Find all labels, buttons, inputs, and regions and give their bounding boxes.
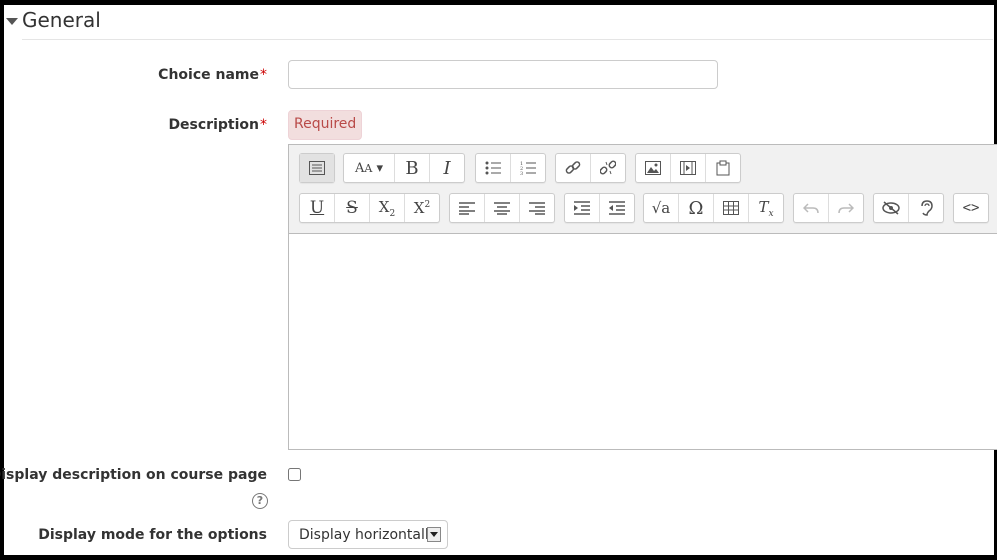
- choice-name-label-text: Choice name: [158, 67, 259, 83]
- accessibility-checker-button[interactable]: [874, 194, 909, 222]
- bold-icon: B: [405, 157, 419, 179]
- undo-icon: [803, 203, 819, 214]
- toolbar-group-source: <>: [953, 193, 989, 223]
- align-right-icon: [529, 202, 545, 215]
- superscript-button[interactable]: X2: [405, 194, 439, 222]
- undo-button[interactable]: [794, 194, 829, 222]
- link-button[interactable]: [556, 154, 591, 182]
- clear-format-button[interactable]: Tx: [749, 194, 783, 222]
- indent-icon: [574, 201, 590, 215]
- outdent-icon: [609, 201, 625, 215]
- toolbar-group-insert: √a Ω Tx: [643, 193, 784, 223]
- collapse-triangle-icon[interactable]: [6, 17, 18, 25]
- toolbar-group-collapse: [299, 153, 335, 183]
- underline-button[interactable]: U: [300, 194, 335, 222]
- strikethrough-button[interactable]: S: [335, 194, 370, 222]
- display-mode-select[interactable]: Display horizontally: [288, 520, 448, 549]
- align-left-button[interactable]: [450, 194, 485, 222]
- display-mode-label: Display mode for the options: [38, 527, 267, 543]
- description-editor: AA ▾ B I 123 U S X2 X2 √a Ω Tx <>: [288, 144, 997, 450]
- omega-icon: Ω: [688, 197, 704, 219]
- outdent-button[interactable]: [600, 194, 634, 222]
- chevron-down-icon[interactable]: [427, 527, 441, 542]
- display-mode-selected-value: Display horizontally: [299, 526, 438, 543]
- screenreader-helper-button[interactable]: [909, 194, 943, 222]
- toolbar-toggle-button[interactable]: [300, 154, 334, 182]
- section-header-general[interactable]: General: [6, 8, 101, 32]
- redo-icon: [838, 203, 854, 214]
- choice-name-label: Choice name*: [158, 67, 267, 83]
- editor-content-area[interactable]: [289, 234, 997, 449]
- code-icon: <>: [962, 200, 980, 216]
- special-char-button[interactable]: Ω: [679, 194, 714, 222]
- required-asterisk: *: [260, 67, 267, 83]
- section-title: General: [22, 8, 101, 32]
- image-icon: [645, 161, 661, 175]
- editor-toolbar: AA ▾ B I 123 U S X2 X2 √a Ω Tx <>: [289, 145, 997, 234]
- display-description-label: Display description on course page: [0, 467, 267, 483]
- font-style-icon: AA ▾: [354, 160, 383, 176]
- choice-name-input[interactable]: [288, 60, 718, 89]
- strikethrough-icon: S: [346, 198, 358, 218]
- unordered-list-icon: [485, 161, 501, 175]
- display-description-checkbox[interactable]: [288, 468, 301, 481]
- font-style-button[interactable]: AA ▾: [344, 154, 395, 182]
- unlink-icon: [600, 160, 616, 175]
- table-button[interactable]: [714, 194, 749, 222]
- indent-button[interactable]: [565, 194, 600, 222]
- html-source-button[interactable]: <>: [954, 194, 988, 222]
- toolbar-group-align: [449, 193, 555, 223]
- eye-slash-icon: [882, 201, 900, 215]
- subscript-icon: X2: [378, 197, 396, 219]
- image-button[interactable]: [636, 154, 671, 182]
- unordered-list-button[interactable]: [476, 154, 511, 182]
- file-button[interactable]: [706, 154, 740, 182]
- align-left-icon: [459, 202, 475, 215]
- keyboard-icon: [309, 161, 325, 175]
- toolbar-group-text-decoration: U S X2 X2: [299, 193, 440, 223]
- equation-icon: √a: [651, 199, 671, 217]
- link-icon: [565, 161, 581, 174]
- bold-button[interactable]: B: [395, 154, 430, 182]
- underline-icon: U: [309, 198, 325, 218]
- clipboard-icon: [716, 160, 730, 176]
- align-right-button[interactable]: [520, 194, 554, 222]
- description-label-text: Description: [168, 117, 259, 133]
- toolbar-group-files: [635, 153, 741, 183]
- ordered-list-button[interactable]: 123: [511, 154, 545, 182]
- ear-icon: [921, 200, 933, 216]
- unlink-button[interactable]: [591, 154, 625, 182]
- toolbar-group-accessibility: [873, 193, 944, 223]
- svg-text:3: 3: [520, 171, 523, 175]
- required-error-badge: Required: [288, 110, 363, 140]
- toolbar-group-style: AA ▾ B I: [343, 153, 465, 183]
- table-icon: [723, 201, 739, 215]
- italic-button[interactable]: I: [430, 154, 464, 182]
- align-center-icon: [494, 202, 510, 215]
- italic-icon: I: [443, 157, 451, 179]
- help-icon[interactable]: ?: [252, 493, 268, 509]
- superscript-icon: X2: [413, 199, 431, 217]
- toolbar-group-history: [793, 193, 864, 223]
- toolbar-group-lists: 123: [475, 153, 546, 183]
- ordered-list-icon: 123: [520, 161, 536, 175]
- section-divider: [22, 39, 993, 40]
- equation-button[interactable]: √a: [644, 194, 679, 222]
- subscript-button[interactable]: X2: [370, 194, 405, 222]
- clear-format-icon: Tx: [758, 197, 774, 219]
- media-button[interactable]: [671, 154, 706, 182]
- align-center-button[interactable]: [485, 194, 520, 222]
- required-asterisk: *: [260, 117, 267, 133]
- toolbar-group-indent: [564, 193, 635, 223]
- redo-button[interactable]: [829, 194, 863, 222]
- toolbar-group-links: [555, 153, 626, 183]
- description-label: Description*: [168, 117, 267, 133]
- media-icon: [680, 161, 696, 175]
